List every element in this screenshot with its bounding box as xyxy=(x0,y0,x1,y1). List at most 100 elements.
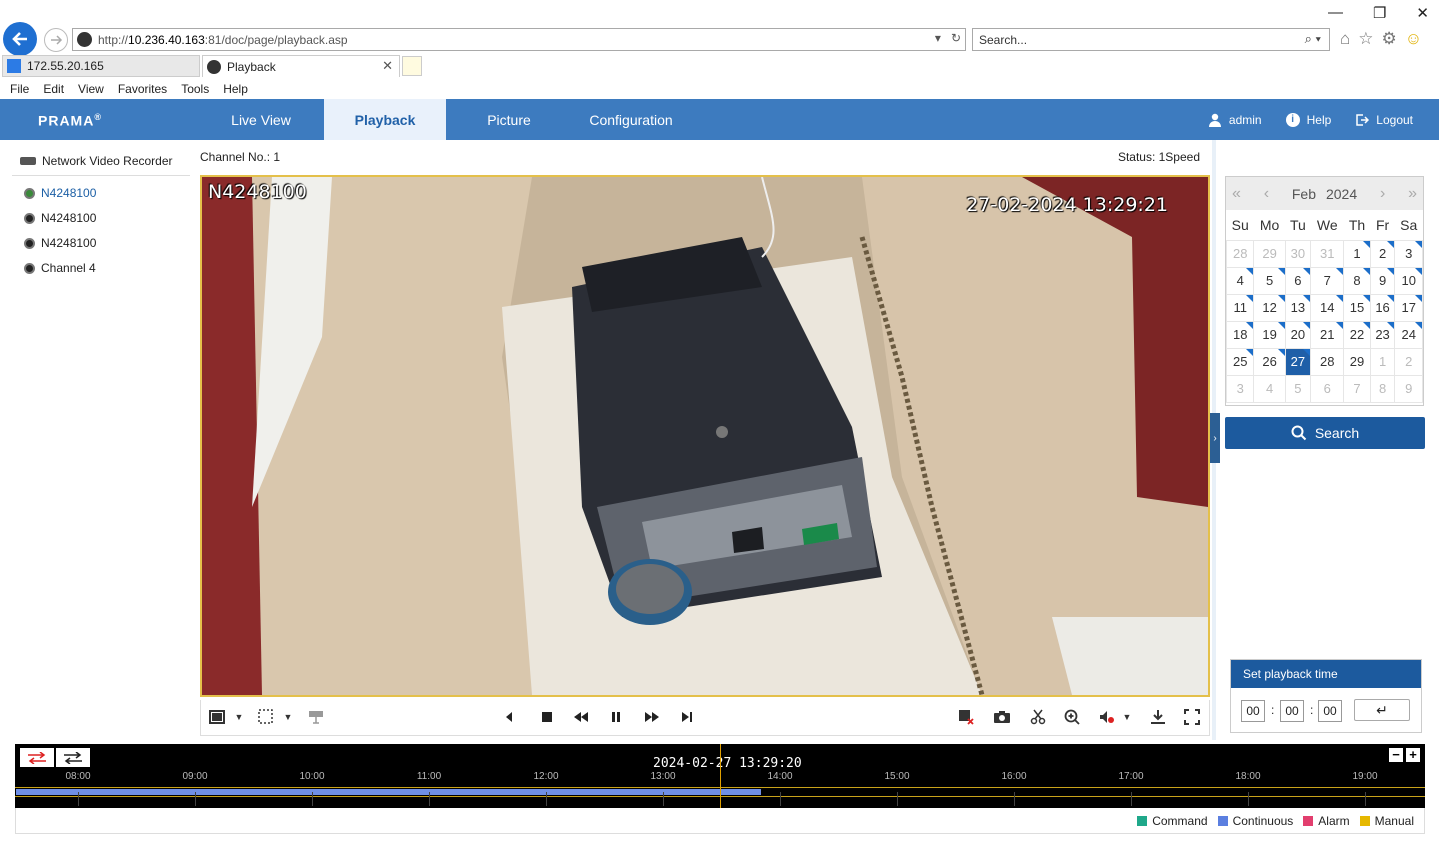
digital-zoom-button[interactable] xyxy=(306,708,326,726)
calendar-day[interactable]: 1 xyxy=(1343,239,1371,268)
calendar-day[interactable]: 31 xyxy=(1310,239,1345,268)
stop-button[interactable] xyxy=(537,708,557,726)
calendar-day[interactable]: 14 xyxy=(1310,293,1345,322)
slow-down-button[interactable] xyxy=(571,708,591,726)
menu-favorites[interactable]: Favorites xyxy=(118,82,167,96)
close-window-icon[interactable]: ✕ xyxy=(1416,4,1429,22)
calendar-day[interactable]: 19 xyxy=(1253,320,1286,349)
calendar-day[interactable]: 11 xyxy=(1225,293,1255,322)
calendar-day[interactable]: 16 xyxy=(1369,293,1396,322)
menu-tools[interactable]: Tools xyxy=(181,82,209,96)
refresh-icon[interactable]: ↻ xyxy=(951,31,961,45)
clip-button[interactable] xyxy=(1028,708,1048,726)
timeline-sync-button[interactable] xyxy=(20,748,54,767)
nav-picture[interactable]: Picture xyxy=(448,99,570,140)
calendar-day[interactable]: 12 xyxy=(1253,293,1286,322)
favorites-star-icon[interactable]: ☆ xyxy=(1358,29,1373,49)
next-year-icon[interactable]: » xyxy=(1408,185,1417,203)
minute-input[interactable]: 00 xyxy=(1280,700,1304,722)
logout-link[interactable]: Logout xyxy=(1355,113,1413,127)
calendar-day[interactable]: 5 xyxy=(1284,374,1312,403)
zoom-in-button[interactable] xyxy=(1062,708,1082,726)
help-link[interactable]: i Help xyxy=(1285,112,1331,127)
search-button[interactable]: Search xyxy=(1225,417,1425,449)
calendar-day[interactable]: 23 xyxy=(1369,320,1396,349)
next-month-icon[interactable]: › xyxy=(1380,185,1385,203)
calendar-day[interactable]: 9 xyxy=(1369,266,1396,295)
calendar-day[interactable]: 28 xyxy=(1225,239,1255,268)
calendar-day[interactable]: 5 xyxy=(1253,266,1286,295)
continuous-recording-bar[interactable] xyxy=(16,789,761,795)
calendar-day[interactable]: 10 xyxy=(1394,266,1423,295)
calendar-day[interactable]: 2 xyxy=(1394,347,1423,376)
search-icon[interactable]: ⌕ ▾ xyxy=(1305,31,1321,47)
next-frame-button[interactable] xyxy=(677,708,697,726)
chevron-down-icon[interactable]: ▼ xyxy=(1117,708,1137,726)
back-button[interactable] xyxy=(3,22,37,56)
calendar-day[interactable]: 13 xyxy=(1284,293,1312,322)
calendar-day[interactable]: 28 xyxy=(1310,347,1345,376)
channel-item-1[interactable]: N4248100 xyxy=(24,186,96,200)
timeline-zoom-in-button[interactable]: + xyxy=(1406,748,1420,762)
calendar-day[interactable]: 18 xyxy=(1225,320,1255,349)
timeline-expand-button[interactable] xyxy=(56,748,90,767)
tab-ip[interactable]: 172.55.20.165 xyxy=(2,55,200,77)
calendar-day[interactable]: 2 xyxy=(1369,239,1396,268)
calendar-day[interactable]: 15 xyxy=(1343,293,1371,322)
calendar-day[interactable]: 20 xyxy=(1284,320,1312,349)
new-tab-button[interactable] xyxy=(402,56,422,76)
home-icon[interactable]: ⌂ xyxy=(1340,29,1350,49)
calendar-day[interactable]: 3 xyxy=(1225,374,1255,403)
calendar-day[interactable]: 21 xyxy=(1310,320,1345,349)
audio-button[interactable] xyxy=(1097,708,1117,726)
nav-live-view[interactable]: Live View xyxy=(200,99,322,140)
timeline-cursor[interactable] xyxy=(720,744,721,808)
snapshot-button[interactable] xyxy=(992,708,1012,726)
download-button[interactable] xyxy=(1148,708,1168,726)
menu-view[interactable]: View xyxy=(78,82,104,96)
fullscreen-button[interactable] xyxy=(1182,708,1202,726)
minimize-icon[interactable]: — xyxy=(1328,4,1343,22)
prev-year-icon[interactable]: « xyxy=(1232,185,1241,203)
user-menu[interactable]: admin xyxy=(1208,113,1262,127)
timeline[interactable]: − + 2024-02-27 13:29:20 08:00 09:00 10:00 1… xyxy=(15,744,1425,808)
calendar-day[interactable]: 22 xyxy=(1343,320,1371,349)
calendar-day[interactable]: 1 xyxy=(1369,347,1396,376)
apply-time-button[interactable]: ↵ xyxy=(1354,699,1410,721)
calendar-day[interactable]: 29 xyxy=(1253,239,1286,268)
window-layout-button[interactable] xyxy=(207,708,227,726)
channel-item-3[interactable]: N4248100 xyxy=(24,236,96,250)
tree-root[interactable]: Network Video Recorder xyxy=(20,154,173,168)
menu-file[interactable]: File xyxy=(10,82,29,96)
calendar-day[interactable]: 9 xyxy=(1394,374,1423,403)
prev-month-icon[interactable]: ‹ xyxy=(1264,185,1269,203)
address-bar[interactable]: http://10.236.40.163:81/doc/page/playbac… xyxy=(72,28,966,51)
calendar-day[interactable]: 17 xyxy=(1394,293,1423,322)
calendar-day[interactable]: 7 xyxy=(1343,374,1371,403)
tab-playback[interactable]: Playback ✕ xyxy=(202,55,400,77)
calendar-day[interactable]: 25 xyxy=(1225,347,1255,376)
calendar-day[interactable]: 8 xyxy=(1369,374,1396,403)
timeline-zoom-out-button[interactable]: − xyxy=(1389,748,1403,762)
nav-configuration[interactable]: Configuration xyxy=(570,99,692,140)
calendar-day[interactable]: 24 xyxy=(1394,320,1423,349)
channel-item-2[interactable]: N4248100 xyxy=(24,211,96,225)
dropdown-icon[interactable]: ▾ xyxy=(935,31,941,45)
calendar-day[interactable]: 26 xyxy=(1253,347,1286,376)
restore-icon[interactable]: ❐ xyxy=(1373,4,1386,22)
calendar-day[interactable]: 4 xyxy=(1253,374,1286,403)
hour-input[interactable]: 00 xyxy=(1241,700,1265,722)
menu-edit[interactable]: Edit xyxy=(43,82,64,96)
prev-frame-button[interactable] xyxy=(499,708,519,726)
chevron-down-icon[interactable]: ▼ xyxy=(229,708,249,726)
nav-playback[interactable]: Playback xyxy=(324,99,446,140)
channel-item-4[interactable]: Channel 4 xyxy=(24,261,96,275)
close-tab-icon[interactable]: ✕ xyxy=(382,58,393,74)
menu-help[interactable]: Help xyxy=(223,82,248,96)
smiley-icon[interactable]: ☺ xyxy=(1405,29,1422,49)
browser-search-input[interactable]: Search... ⌕ ▾ xyxy=(972,28,1330,51)
forward-button[interactable] xyxy=(44,28,68,52)
calendar-day[interactable]: 6 xyxy=(1310,374,1345,403)
calendar-day[interactable]: 27 xyxy=(1284,347,1312,376)
calendar-day[interactable]: 8 xyxy=(1343,266,1371,295)
